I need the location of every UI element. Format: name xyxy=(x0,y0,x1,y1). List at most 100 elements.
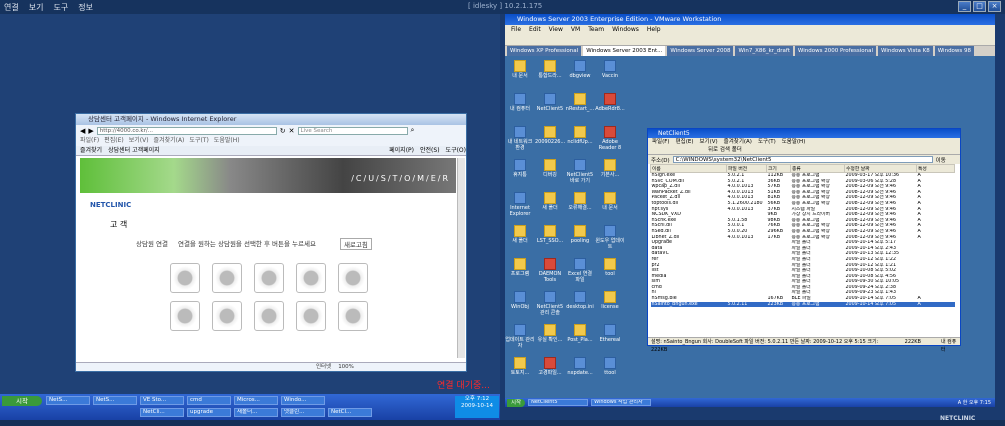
desktop-icon[interactable]: 오류해결... xyxy=(565,192,595,211)
close-button[interactable]: × xyxy=(988,1,1001,12)
desktop-icon[interactable]: nclidfUp... xyxy=(565,126,595,145)
vm-tab[interactable]: Windows Vista K8 xyxy=(878,46,933,56)
desktop-icon[interactable]: Adobe Reader 8 xyxy=(595,126,625,151)
vm-menu-help[interactable]: Help xyxy=(647,25,661,35)
desktop-icon[interactable]: ttool xyxy=(595,357,625,376)
desktop-icon[interactable]: nRestart_... xyxy=(565,93,595,112)
taskbar-item[interactable]: 새폴더... xyxy=(234,408,278,417)
host-menu-connect[interactable]: 연결 xyxy=(4,2,19,13)
ie-menu-favorites[interactable]: 즐겨찾기(A) xyxy=(154,136,185,146)
vm-tab[interactable]: Windows XP Professional xyxy=(507,46,582,56)
ie-tools-menu[interactable]: 도구(O) xyxy=(446,146,466,155)
refresh-icon[interactable]: ↻ xyxy=(280,127,286,135)
agent-button[interactable] xyxy=(254,263,284,293)
ie-menu-edit[interactable]: 편집(E) xyxy=(104,136,124,146)
desktop-icon[interactable]: WinObj xyxy=(505,291,535,310)
search-button[interactable]: 검색 xyxy=(720,147,730,153)
search-icon[interactable]: ⌕ xyxy=(411,126,415,135)
back-button[interactable]: 뒤로 xyxy=(708,147,718,153)
desktop-icon[interactable]: 새 폴더 xyxy=(535,192,565,211)
vm-menu-file[interactable]: File xyxy=(511,25,521,35)
ie-search-input[interactable]: Live Search xyxy=(297,126,408,135)
desktop-icon[interactable]: Internet Explorer xyxy=(505,192,535,217)
desktop-icon[interactable]: 통합드라... xyxy=(535,60,565,79)
desktop-icon[interactable]: 새 폴더 xyxy=(505,225,535,244)
ie-menu-tools[interactable]: 도구(T) xyxy=(189,136,208,146)
desktop-icon[interactable]: nxpdate... xyxy=(565,357,595,376)
vm-tab-active[interactable]: Windows Server 2003 Ent... xyxy=(583,46,666,56)
desktop-icon[interactable]: DAEMON Tools xyxy=(535,258,565,283)
taskbar-item[interactable]: NetCli... xyxy=(140,408,184,417)
ie-menu-view[interactable]: 보기(V) xyxy=(129,136,149,146)
ie-menu-help[interactable]: 도움말(H) xyxy=(214,136,240,146)
desktop-icon[interactable]: 디버깅 xyxy=(535,159,565,178)
taskbar-item[interactable]: NetCl... xyxy=(328,408,372,417)
address-input[interactable]: C:\WINDOWS\system32\NetClient5 xyxy=(672,156,933,163)
nc-menu-edit[interactable]: 편집(E) xyxy=(676,138,694,146)
desktop-icon[interactable]: dbgview xyxy=(565,60,595,79)
desktop-icon[interactable]: license xyxy=(595,291,625,310)
agent-button[interactable] xyxy=(170,301,200,331)
desktop-icon[interactable]: 내 문서 xyxy=(595,192,625,211)
agent-button[interactable] xyxy=(254,301,284,331)
taskbar-item[interactable]: VE Sto... xyxy=(140,396,184,405)
vm-tab[interactable]: Win7_X86_kr_draft xyxy=(735,46,793,56)
desktop-icon[interactable]: 내 네트워크 환경 xyxy=(505,126,535,151)
ie-tab-page[interactable]: 상담센터 고객페이지 xyxy=(108,146,160,155)
ie-menu-file[interactable]: 파일(F) xyxy=(80,136,99,146)
agent-button[interactable] xyxy=(212,301,242,331)
agent-button[interactable] xyxy=(212,263,242,293)
guest-taskbar-item[interactable]: NetClient5 xyxy=(528,399,589,406)
desktop-icon[interactable]: Vaccin xyxy=(595,60,625,79)
taskbar-item[interactable]: upgrade xyxy=(187,408,231,417)
forward-icon[interactable]: ▶ xyxy=(88,127,93,135)
ie-titlebar[interactable]: 상담센터 고객페이지 - Windows Internet Explorer xyxy=(76,114,466,125)
desktop-icon[interactable]: NetClient5 바로 가기 xyxy=(565,159,595,184)
desktop-icon[interactable]: NetClient5 xyxy=(535,93,565,112)
guest-start-button[interactable]: 시작 xyxy=(507,398,526,407)
stop-icon[interactable]: ✕ xyxy=(289,127,295,135)
vmware-titlebar[interactable]: Windows Server 2003 Enterprise Edition -… xyxy=(505,14,995,25)
desktop-icon[interactable]: 내 컴퓨터 xyxy=(505,93,535,112)
desktop-icon[interactable]: pooling xyxy=(565,225,595,244)
ie-scrollbar[interactable] xyxy=(457,158,465,358)
desktop-icon[interactable]: Excel 연결 파일 xyxy=(565,258,595,283)
minimize-button[interactable]: _ xyxy=(958,1,971,12)
desktop-icon[interactable]: 유실 확인... xyxy=(535,324,565,343)
vm-menu-team[interactable]: Team xyxy=(588,25,604,35)
desktop-icon[interactable]: AdbeRdr8... xyxy=(595,93,625,112)
desktop-icon[interactable]: Ethereal xyxy=(595,324,625,343)
column-header[interactable]: 특성 xyxy=(916,164,955,173)
desktop-icon[interactable]: 프로그램 xyxy=(505,258,535,277)
desktop-icon[interactable]: 업데이트 관리자 xyxy=(505,324,535,349)
agent-button[interactable] xyxy=(338,301,368,331)
desktop-icon[interactable]: 휴지통 xyxy=(505,159,535,178)
nc-menu-tools[interactable]: 도구(T) xyxy=(758,138,776,146)
ie-safety-menu[interactable]: 안전(S) xyxy=(420,146,440,155)
back-icon[interactable]: ◀ xyxy=(80,127,85,135)
desktop-icon[interactable]: LST_SSO... xyxy=(535,225,565,244)
desktop-icon[interactable]: 고경파일... xyxy=(535,357,565,376)
taskbar-item[interactable]: cmd xyxy=(187,396,231,405)
ie-url-input[interactable]: http://4000.co.kr/... xyxy=(96,126,277,135)
netclient-titlebar[interactable]: NetClient5 xyxy=(648,129,960,138)
go-button[interactable]: 이동 xyxy=(936,156,946,164)
desktop-icon[interactable]: NetClient5 관리 콘솔 xyxy=(535,291,565,316)
guest-taskbar-item[interactable]: Windows 작업 관리자 xyxy=(591,399,652,406)
folders-button[interactable]: 폴더 xyxy=(732,147,742,153)
desktop-icon[interactable]: 기본사... xyxy=(595,159,625,178)
column-header[interactable]: 수정한 날짜 xyxy=(844,164,917,173)
desktop-icon[interactable]: Post_Pla... xyxy=(565,324,595,343)
file-row[interactable]: nSainto_Bngun.exe 5.0.2.11 223KB 응용 프로그램 200… xyxy=(650,301,955,308)
ie-zoom[interactable]: 100% xyxy=(338,364,354,370)
nc-menu-help[interactable]: 도움말(H) xyxy=(782,138,806,146)
desktop-icon[interactable]: 20090226... xyxy=(535,126,565,145)
host-menu-view[interactable]: 보기 xyxy=(29,2,44,13)
desktop-icon[interactable]: 윈도우 업데이트 xyxy=(595,225,625,250)
column-header[interactable]: 크기 xyxy=(766,164,791,173)
desktop-icon[interactable]: tool xyxy=(595,258,625,277)
agent-button[interactable] xyxy=(296,263,326,293)
vm-tab[interactable]: Windows 2000 Professional xyxy=(794,46,877,56)
taskbar-item[interactable]: NetS... xyxy=(93,396,137,405)
column-header[interactable]: 파일 버전 xyxy=(726,164,767,173)
